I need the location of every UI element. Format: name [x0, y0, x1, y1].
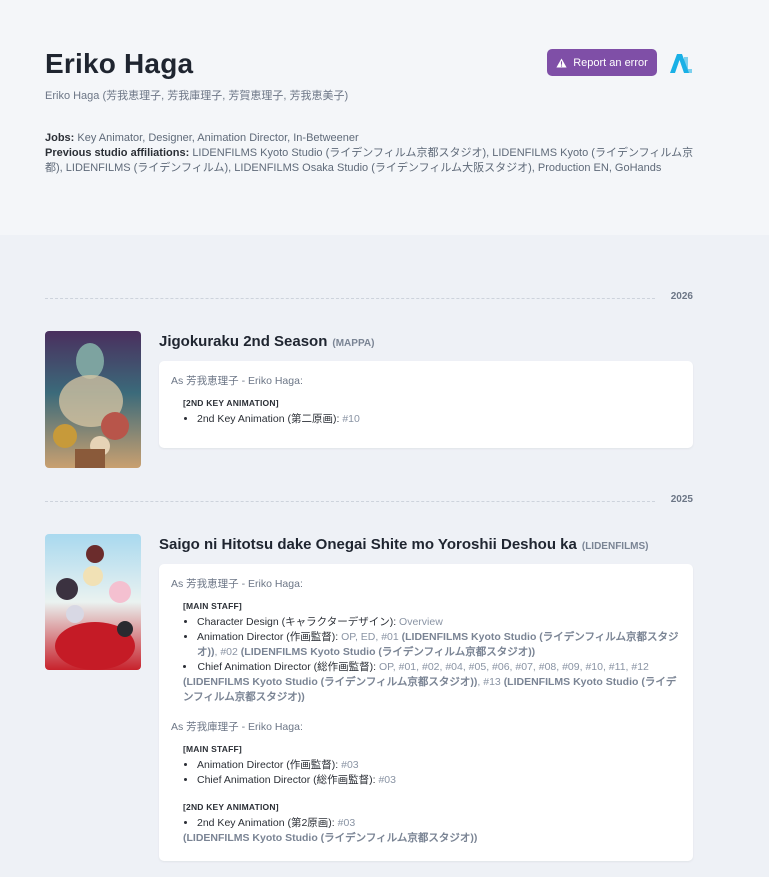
episode-link[interactable]: Overview — [399, 616, 443, 628]
cover-image[interactable] — [45, 331, 141, 468]
role-item: 2nd Key Animation (第2原画): #03 — [197, 816, 681, 831]
profile-header: Eriko Haga Eriko Haga (芳我恵理子, 芳我庫理子, 芳賀恵… — [0, 0, 769, 235]
alternate-names: Eriko Haga (芳我恵理子, 芳我庫理子, 芳賀恵理子, 芳我恵美子) — [45, 90, 349, 102]
role-item: Character Design (キャラクターデザイン): Overview — [197, 615, 681, 630]
role-list: Character Design (キャラクターデザイン): Overview … — [183, 615, 681, 705]
jobs-line: Jobs: Key Animator, Designer, Animation … — [45, 132, 359, 144]
role-item: Chief Animation Director (総作画監督): #03 — [197, 773, 681, 788]
episode-link[interactable]: #03 — [341, 759, 359, 771]
episode-link[interactable]: #03 — [338, 817, 356, 829]
divider — [45, 298, 655, 299]
studio-link[interactable]: (LIDENFILMS Kyoto Studio (ライデンフィルム京都スタジオ… — [183, 831, 681, 846]
credited-as: As 芳我庫理子 - Eriko Haga: — [171, 721, 303, 733]
role-item: 2nd Key Animation (第二原画): #10 — [197, 412, 681, 427]
studio-name[interactable]: (LIDENFILMS) — [582, 541, 649, 552]
episode-link[interactable]: , #13 — [477, 676, 500, 688]
role-category: [2ND KEY ANIMATION] — [183, 398, 279, 408]
year-separator-2025: 2025 — [45, 494, 693, 508]
role-list: Animation Director (作画監督): #03 Chief Ani… — [197, 758, 681, 788]
role-category: [MAIN STAFF] — [183, 601, 242, 611]
credits-card: As 芳我恵理子 - Eriko Haga: [MAIN STAFF] Char… — [159, 564, 693, 861]
role-item: Animation Director (作画監督): #03 — [197, 758, 681, 773]
episode-link[interactable]: OP, ED, #01 — [341, 631, 399, 643]
role-item: Animation Director (作画監督): OP, ED, #01 (… — [197, 630, 681, 660]
role-list: 2nd Key Animation (第二原画): #10 — [197, 412, 681, 427]
year-label: 2025 — [670, 494, 693, 505]
year-separator-2026: 2026 — [45, 291, 693, 305]
anilist-logo-icon[interactable] — [667, 52, 693, 74]
role-category: [MAIN STAFF] — [183, 744, 242, 754]
episode-link[interactable]: #10 — [342, 413, 360, 425]
episode-link[interactable]: , #02 — [215, 646, 238, 658]
report-error-label: Report an error — [573, 56, 648, 69]
anime-title[interactable]: Saigo ni Hitotsu dake Onegai Shite mo Yo… — [159, 536, 649, 553]
report-error-button[interactable]: Report an error — [547, 49, 657, 76]
episode-link[interactable]: #03 — [378, 774, 396, 786]
jobs-block: Jobs: Key Animator, Designer, Animation … — [45, 131, 705, 176]
warning-icon — [556, 57, 567, 68]
role-list: 2nd Key Animation (第2原画): #03 — [197, 816, 681, 831]
credited-as: As 芳我恵理子 - Eriko Haga: — [171, 578, 303, 590]
role-item: Chief Animation Director (総作画監督): OP, #0… — [183, 660, 681, 705]
affiliations-line: Previous studio affiliations: LIDENFILMS… — [45, 147, 694, 174]
studio-name[interactable]: (MAPPA) — [332, 338, 374, 349]
studio-link[interactable]: (LIDENFILMS Kyoto Studio (ライデンフィルム京都スタジオ… — [183, 676, 477, 688]
credits-card: As 芳我恵理子 - Eriko Haga: [2ND KEY ANIMATIO… — [159, 361, 693, 448]
episode-link[interactable]: OP, #01, #02, #04, #05, #06, #07, #08, #… — [379, 661, 649, 673]
divider — [45, 501, 655, 502]
anime-title[interactable]: Jigokuraku 2nd Season (MAPPA) — [159, 333, 374, 350]
cover-image[interactable] — [45, 534, 141, 670]
year-label: 2026 — [670, 291, 693, 302]
role-category: [2ND KEY ANIMATION] — [183, 802, 279, 812]
studio-link[interactable]: (LIDENFILMS Kyoto Studio (ライデンフィルム京都スタジオ… — [241, 646, 535, 658]
credited-as: As 芳我恵理子 - Eriko Haga: — [171, 375, 303, 387]
